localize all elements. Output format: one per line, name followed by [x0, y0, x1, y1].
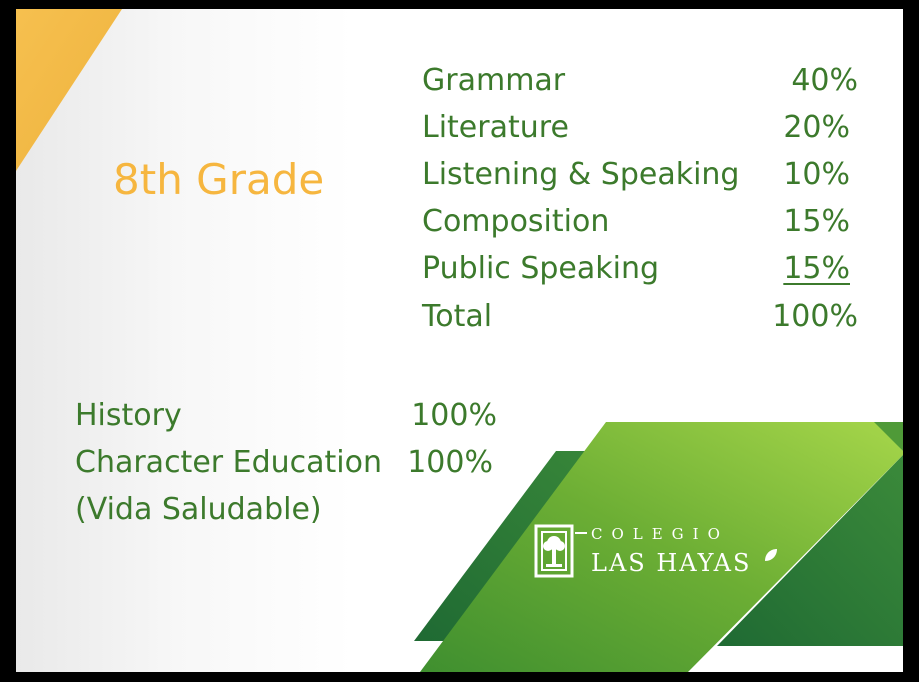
weight-value: 40%: [791, 63, 858, 98]
grade-title: 8th Grade: [113, 155, 325, 204]
weight-value: 15%: [783, 251, 850, 286]
yellow-corner-shape: [16, 9, 122, 171]
tree-logo-icon: [534, 524, 587, 578]
subject-label: History: [75, 398, 182, 433]
logo-main-word: LAS HAYAS: [591, 549, 752, 577]
weight-label: Listening & Speaking: [422, 157, 740, 192]
weight-label: Total: [422, 299, 493, 334]
presentation-slide: 8th Grade Grammar 40% Literature 20% Lis…: [16, 9, 903, 672]
subject-value: 100%: [407, 445, 493, 480]
subject-label: Character Education: [75, 445, 383, 480]
weight-value: 100%: [772, 299, 858, 334]
logo-top-word: COLEGIO: [591, 525, 729, 543]
weight-label: Composition: [422, 204, 610, 239]
weight-value: 15%: [783, 204, 850, 239]
leaf-icon: [765, 549, 777, 561]
weight-label: Literature: [422, 110, 569, 145]
subject-label: (Vida Saludable): [75, 492, 322, 527]
weight-value: 10%: [783, 157, 850, 192]
subject-value: 100%: [411, 398, 497, 433]
school-logo: COLEGIO LAS HAYAS: [533, 521, 783, 581]
weight-value: 20%: [783, 110, 850, 145]
weight-label: Public Speaking: [422, 251, 660, 286]
weight-label: Grammar: [422, 63, 566, 98]
